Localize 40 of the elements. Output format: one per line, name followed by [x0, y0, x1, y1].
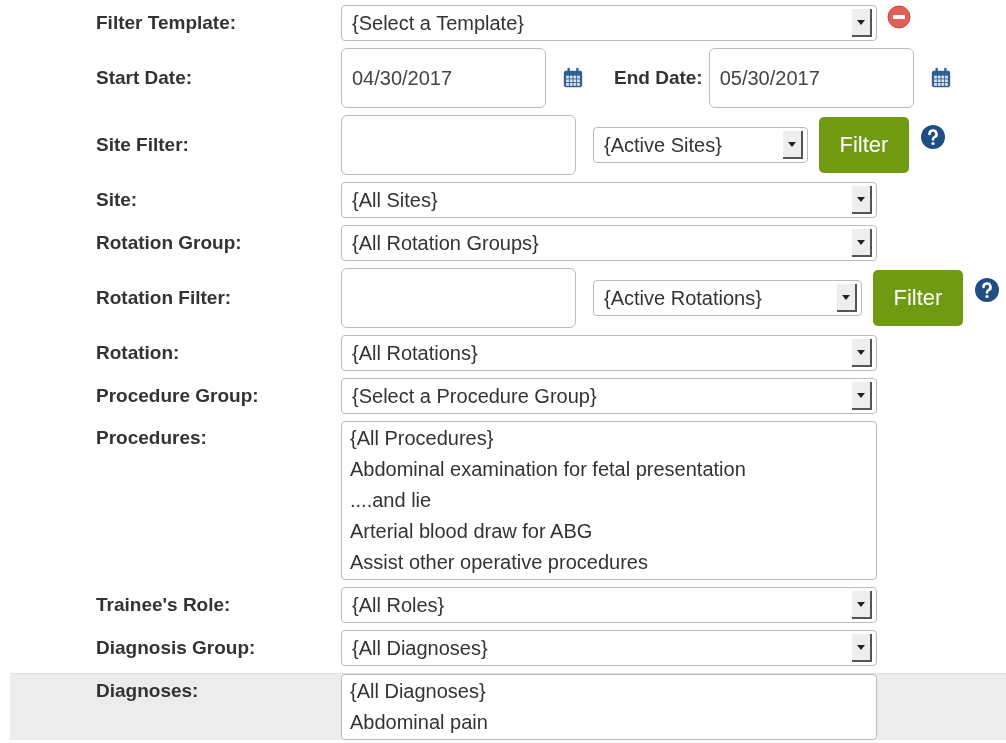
dropdown[interactable]: {All Rotation Groups}: [341, 225, 877, 261]
remove-icon[interactable]: [887, 5, 911, 29]
field-label: End Date:: [614, 67, 703, 89]
field-label: Procedures:: [96, 426, 208, 449]
field-label: Diagnoses:: [96, 679, 200, 702]
list-option[interactable]: {All Diagnoses}: [350, 676, 868, 707]
dropdown[interactable]: {Select a Template}: [341, 5, 877, 41]
field-label: Site Filter:: [96, 134, 190, 156]
field-label: Diagnosis Group:: [96, 637, 257, 659]
dropdown[interactable]: {All Sites}: [341, 182, 877, 218]
list-option[interactable]: Abdominal examination for fetal presentation: [350, 454, 868, 485]
list-option[interactable]: {All Procedures}: [350, 423, 868, 454]
help-icon[interactable]: [975, 278, 999, 302]
list-option[interactable]: Assist other operative procedures: [350, 547, 868, 578]
field-label: Rotation Group:: [96, 232, 243, 254]
dropdown[interactable]: {Active Sites}: [593, 127, 808, 163]
field-label: Filter Template:: [96, 12, 238, 34]
field-label: Trainee's Role:: [96, 594, 232, 616]
filter-field[interactable]: [341, 268, 576, 328]
date-field[interactable]: 04/30/2017: [341, 48, 546, 108]
dropdown[interactable]: {Active Rotations}: [593, 280, 862, 316]
help-icon[interactable]: [921, 125, 945, 149]
dropdown[interactable]: {All Rotations}: [341, 335, 877, 371]
field-label: Start Date:: [96, 67, 194, 89]
list-box[interactable]: {All Diagnoses} Abdominal pain: [341, 674, 877, 740]
dropdown[interactable]: {All Diagnoses}: [341, 630, 877, 666]
field-label: Site:: [96, 189, 139, 211]
dropdown[interactable]: {Select a Procedure Group}: [341, 378, 877, 414]
list-option[interactable]: Abdominal pain: [350, 707, 868, 738]
field-label: Procedure Group:: [96, 385, 260, 407]
field-label: Rotation Filter:: [96, 287, 233, 309]
field-label: Rotation:: [96, 342, 181, 364]
list-option[interactable]: Arterial blood draw for ABG: [350, 516, 868, 547]
dropdown[interactable]: {All Roles}: [341, 587, 877, 623]
calendar-icon[interactable]: [929, 67, 952, 89]
filter-field[interactable]: [341, 115, 576, 175]
list-box[interactable]: {All Procedures} Abdominal examination for fetal presentation ....and lie Arterial blood draw for ABG Assist other operative procedures: [341, 421, 877, 580]
list-option[interactable]: ....and lie: [350, 485, 868, 516]
date-field[interactable]: 05/30/2017: [708, 48, 914, 108]
calendar-icon[interactable]: [562, 67, 584, 89]
